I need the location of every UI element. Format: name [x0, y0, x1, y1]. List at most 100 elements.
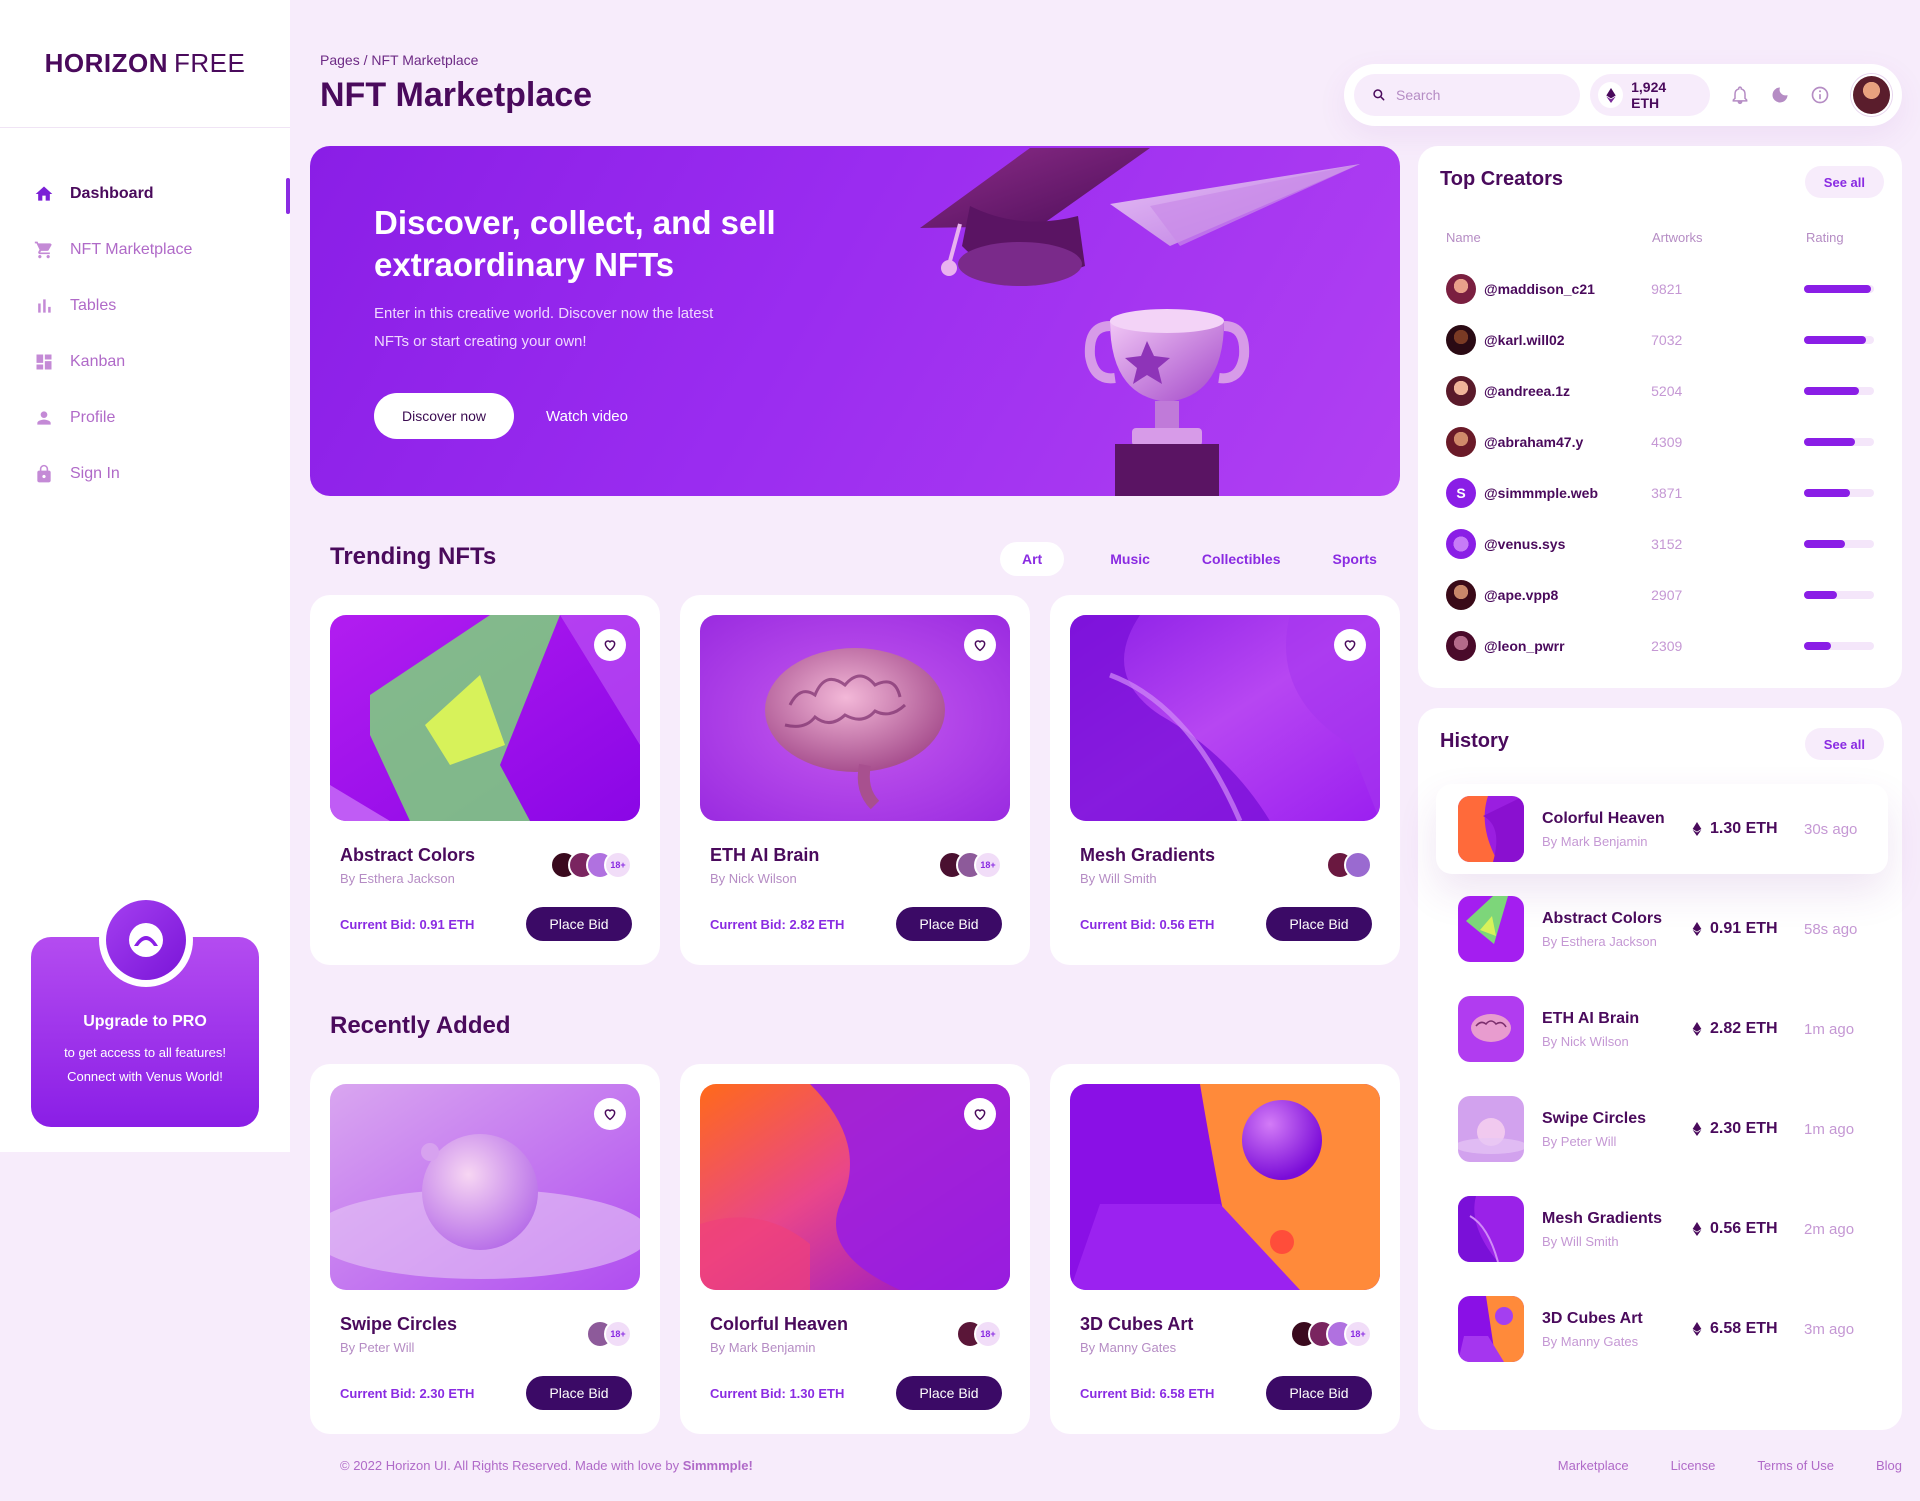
search-input[interactable] — [1396, 87, 1566, 103]
favorite-button[interactable] — [964, 629, 996, 661]
footer-link-license[interactable]: License — [1671, 1458, 1716, 1473]
table-row[interactable]: @andreea.1z 5204 — [1446, 365, 1874, 416]
footer-link-blog[interactable]: Blog — [1876, 1458, 1902, 1473]
search-icon — [1373, 89, 1385, 101]
place-bid-button[interactable]: Place Bid — [1266, 907, 1372, 941]
moon-icon[interactable] — [1769, 84, 1790, 106]
eth-balance[interactable]: 1,924 ETH — [1589, 74, 1710, 116]
bell-icon[interactable] — [1729, 84, 1750, 106]
sidebar-item-sign-in[interactable]: Sign In — [0, 446, 290, 502]
column-header-name[interactable]: Name — [1446, 230, 1652, 245]
artworks-count: 9821 — [1651, 280, 1683, 297]
history-panel: History See all Colorful Heaven By Mark B… — [1418, 708, 1902, 1430]
sidebar-item-profile[interactable]: Profile — [0, 390, 290, 446]
see-all-creators-button[interactable]: See all — [1804, 166, 1884, 198]
watch-video-button[interactable]: Watch video — [546, 393, 628, 439]
table-row[interactable]: @abraham47.y 4309 — [1446, 416, 1874, 467]
sidebar-item-tables[interactable]: Tables — [0, 278, 290, 334]
nft-image[interactable] — [1070, 1084, 1380, 1290]
history-price: 0.56 ETH — [1692, 1220, 1804, 1238]
artworks-count: 7032 — [1651, 331, 1683, 348]
nft-image[interactable] — [700, 615, 1010, 821]
bidder-avatars — [1326, 851, 1372, 879]
upgrade-badge — [99, 893, 193, 987]
brand-logo[interactable]: HORIZON FREE — [0, 0, 290, 128]
column-header-artworks[interactable]: Artworks — [1652, 230, 1806, 245]
nft-card[interactable]: Mesh Gradients By Will Smith Current Bid… — [1050, 595, 1400, 965]
hero-banner: Discover, collect, and sell extraordinar… — [310, 146, 1400, 496]
nft-card[interactable]: 3D Cubes Art By Manny Gates 18+ Current … — [1050, 1064, 1400, 1434]
rating-fill — [1804, 641, 1831, 650]
nft-name: ETH AI Brain — [710, 845, 820, 865]
place-bid-button[interactable]: Place Bid — [896, 1376, 1002, 1410]
history-item[interactable]: ETH AI Brain By Nick Wilson 2.82 ETH 1m a… — [1436, 984, 1900, 1074]
history-title: History — [1440, 730, 1509, 752]
rating-fill — [1804, 386, 1859, 395]
sidebar-item-nft-marketplace[interactable]: NFT Marketplace — [0, 222, 290, 278]
rating-fill — [1804, 590, 1838, 599]
table-row[interactable]: @ape.vpp8 2907 — [1446, 569, 1874, 620]
info-icon[interactable] — [1810, 84, 1831, 106]
tab-collectibles[interactable]: Collectibles — [1180, 542, 1303, 576]
favorite-button[interactable] — [1334, 629, 1366, 661]
place-bid-button[interactable]: Place Bid — [896, 907, 1002, 941]
history-item[interactable]: Abstract Colors By Esthera Jackson 0.91 E… — [1436, 884, 1900, 974]
history-item[interactable]: Swipe Circles By Peter Will 2.30 ETH 1m a… — [1436, 1084, 1900, 1174]
tab-music[interactable]: Music — [1088, 542, 1172, 576]
history-nft-name: ETH AI Brain — [1542, 1009, 1640, 1027]
table-row[interactable]: S @simmmple.web 3871 — [1446, 467, 1874, 518]
nft-card[interactable]: ETH AI Brain By Nick Wilson 18+ Current … — [680, 595, 1030, 965]
footer-copyright: © 2022 Horizon UI. All Rights Reserved. … — [340, 1458, 753, 1473]
favorite-button[interactable] — [964, 1098, 996, 1130]
artworks-count: 2309 — [1651, 637, 1683, 654]
more-bidders-badge: 18+ — [974, 851, 1002, 879]
nft-image[interactable] — [700, 1084, 1010, 1290]
history-item[interactable]: 3D Cubes Art By Manny Gates 6.58 ETH 3m a… — [1436, 1284, 1900, 1374]
favorite-button[interactable] — [594, 1098, 626, 1130]
rating-bar — [1804, 539, 1874, 548]
see-all-history-button[interactable]: See all — [1804, 728, 1884, 760]
history-item[interactable]: Mesh Gradients By Will Smith 0.56 ETH 2m … — [1436, 1184, 1900, 1274]
footer-link-terms[interactable]: Terms of Use — [1757, 1458, 1834, 1473]
dashboard-grid-icon — [34, 352, 54, 372]
footer-author-link[interactable]: Simmmple! — [683, 1458, 753, 1473]
nft-author: By Mark Benjamin — [710, 1340, 816, 1355]
table-row[interactable]: @venus.sys 3152 — [1446, 518, 1874, 569]
user-avatar[interactable] — [1851, 74, 1893, 116]
avatar — [1446, 426, 1476, 457]
history-time: 3m ago — [1804, 1320, 1855, 1338]
tab-art[interactable]: Art — [1000, 542, 1065, 576]
column-header-rating[interactable]: Rating — [1806, 230, 1844, 245]
breadcrumb[interactable]: Pages / NFT Marketplace — [320, 52, 478, 68]
favorite-button[interactable] — [594, 629, 626, 661]
ethereum-icon — [1692, 822, 1702, 836]
sidebar-item-dashboard[interactable]: Dashboard — [0, 166, 290, 222]
tab-sports[interactable]: Sports — [1311, 542, 1399, 576]
table-row[interactable]: @leon_pwrr 2309 — [1446, 620, 1874, 671]
nft-card[interactable]: Swipe Circles By Peter Will 18+ Current … — [310, 1064, 660, 1434]
creator-name: @maddison_c21 — [1484, 280, 1595, 297]
heart-icon — [604, 1109, 616, 1121]
nft-image[interactable] — [330, 615, 640, 821]
top-toolbar: 1,924 ETH — [1344, 64, 1902, 126]
place-bid-button[interactable]: Place Bid — [1266, 1376, 1372, 1410]
place-bid-button[interactable]: Place Bid — [526, 907, 632, 941]
history-author: By Nick Wilson — [1542, 1033, 1629, 1049]
sidebar-item-kanban[interactable]: Kanban — [0, 334, 290, 390]
table-row[interactable]: @maddison_c21 9821 — [1446, 263, 1874, 314]
nft-image[interactable] — [330, 1084, 640, 1290]
rating-fill — [1804, 335, 1866, 344]
discover-now-button[interactable]: Discover now — [374, 393, 514, 439]
rating-bar — [1804, 641, 1874, 650]
search-box[interactable] — [1354, 74, 1580, 116]
rating-bar — [1804, 488, 1874, 497]
nft-card[interactable]: Abstract Colors By Esthera Jackson 18+ C… — [310, 595, 660, 965]
nft-card[interactable]: Colorful Heaven By Mark Benjamin 18+ Cur… — [680, 1064, 1030, 1434]
footer-link-marketplace[interactable]: Marketplace — [1558, 1458, 1629, 1473]
history-author: By Mark Benjamin — [1542, 833, 1648, 849]
upgrade-pro-card[interactable]: Upgrade to PRO to get access to all feat… — [31, 893, 259, 1127]
nft-image[interactable] — [1070, 615, 1380, 821]
history-item[interactable]: Colorful Heaven By Mark Benjamin 1.30 ETH… — [1436, 784, 1888, 874]
place-bid-button[interactable]: Place Bid — [526, 1376, 632, 1410]
table-row[interactable]: @karl.will02 7032 — [1446, 314, 1874, 365]
